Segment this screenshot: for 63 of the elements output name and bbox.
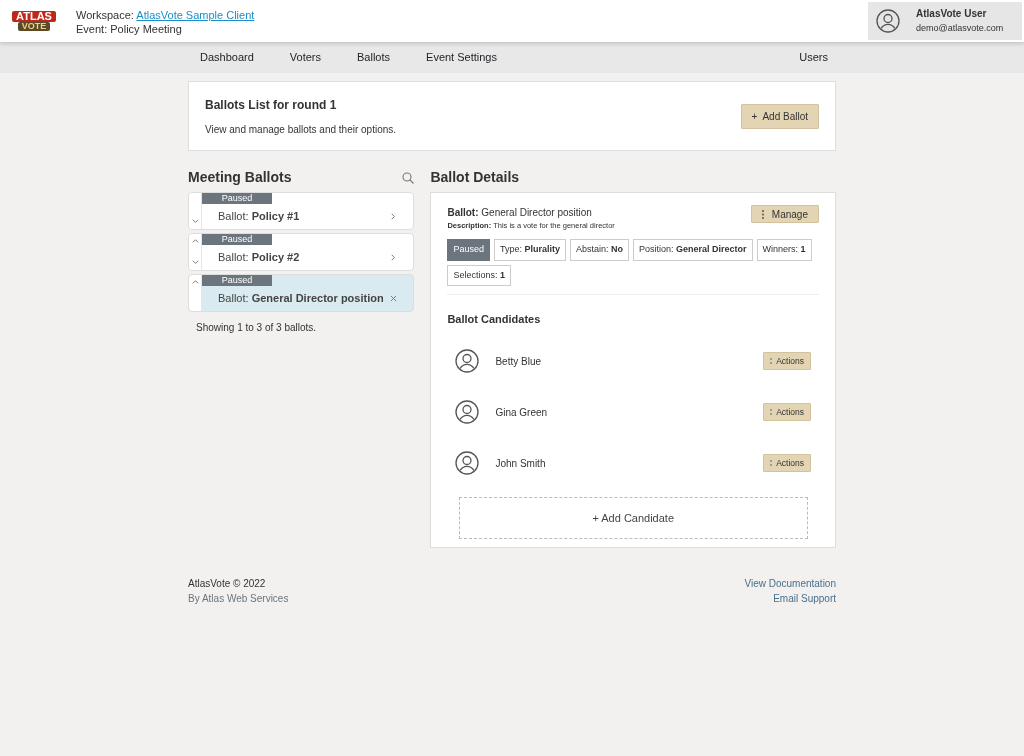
candidate-name: Betty Blue (495, 354, 541, 369)
candidates-title: Ballot Candidates (447, 312, 542, 328)
actions-button[interactable]: Actions (763, 403, 811, 422)
kebab-icon (770, 460, 773, 467)
event-name: Event: Policy Meeting (76, 22, 183, 36)
candidate-name: John Smith (495, 456, 546, 471)
avatar-icon (455, 400, 480, 425)
add-candidate-button[interactable]: + Add Candidate (458, 496, 808, 539)
ballot-name: Ballot: Policy #2 (218, 250, 300, 266)
close-icon[interactable] (390, 295, 398, 302)
move-down-icon[interactable] (191, 218, 199, 225)
ballot-list-item[interactable]: Paused Ballot: Policy #2 (188, 233, 415, 271)
nav-link[interactable]: Dashboard (192, 49, 262, 66)
move-up-icon[interactable] (191, 238, 199, 245)
nav-link[interactable]: Event Settings (418, 49, 505, 66)
ballot-list-item[interactable]: Paused Ballot: General Director position (188, 274, 415, 312)
copyright-text: AtlasVote © 2022 (188, 576, 267, 591)
search-icon[interactable] (402, 171, 415, 184)
footer-link[interactable]: View Documentation (744, 575, 836, 591)
ballots-count: Showing 1 to 3 of 3 ballots. (196, 321, 318, 335)
nav-link[interactable]: Ballots (349, 49, 399, 66)
nav-link[interactable]: Voters (281, 49, 329, 66)
footer-link[interactable]: Email Support (744, 590, 836, 606)
info-tag: Abstain: No (570, 239, 629, 261)
info-tag: Type: Plurality (493, 239, 566, 261)
move-down-icon[interactable] (191, 259, 199, 266)
logo-drawing: ATLAS VOTE (8, 4, 60, 38)
manage-button[interactable]: Manage (750, 205, 819, 223)
status-badge: Paused (202, 234, 272, 245)
ballot-name: Ballot: Policy #1 (218, 209, 300, 225)
chevron-right-icon[interactable] (390, 213, 398, 220)
ballot-list-item[interactable]: Paused Ballot: Policy #1 (188, 192, 415, 230)
section-title: Meeting Ballots (188, 168, 292, 187)
chevron-right-icon[interactable] (390, 254, 398, 261)
status-tag: Paused (447, 239, 490, 261)
user-name: AtlasVote User (916, 7, 988, 21)
kebab-icon (761, 209, 764, 219)
kebab-icon (770, 358, 773, 365)
move-up-icon[interactable] (191, 279, 199, 286)
status-badge: Paused (202, 193, 272, 204)
nav-link[interactable]: Users (791, 51, 836, 64)
actions-button[interactable]: Actions (763, 454, 811, 473)
user-email: demo@atlasvote.com (916, 22, 1004, 35)
add-ballot-button[interactable]: + Add Ballot (740, 103, 819, 129)
company-text: By Atlas Web Services (188, 591, 289, 606)
panel-subtitle: View and manage ballots and their options. (205, 122, 397, 137)
actions-button[interactable]: Actions (763, 352, 811, 371)
info-tag: Position: General Director (633, 239, 753, 261)
section-title: Ballot Details (430, 168, 521, 187)
panel-title: Ballots List for round 1 (205, 96, 338, 114)
info-tag: Selections: 1 (447, 264, 511, 287)
avatar-icon (455, 451, 480, 476)
user-avatar-icon (876, 9, 900, 33)
workspace-link[interactable]: AtlasVote Sample Client (136, 9, 255, 21)
ballot-name: Ballot: General Director position (218, 291, 384, 307)
info-tag: Winners: 1 (756, 239, 812, 261)
avatar-icon (455, 349, 480, 374)
ballot-title: Ballot: General Director position (447, 206, 593, 220)
user-card[interactable]: AtlasVote User demo@atlasvote.com (868, 2, 1022, 40)
status-badge: Paused (202, 275, 272, 286)
candidate-name: Gina Green (495, 405, 548, 420)
workspace-label: Workspace: (76, 9, 135, 21)
kebab-icon (770, 409, 773, 416)
